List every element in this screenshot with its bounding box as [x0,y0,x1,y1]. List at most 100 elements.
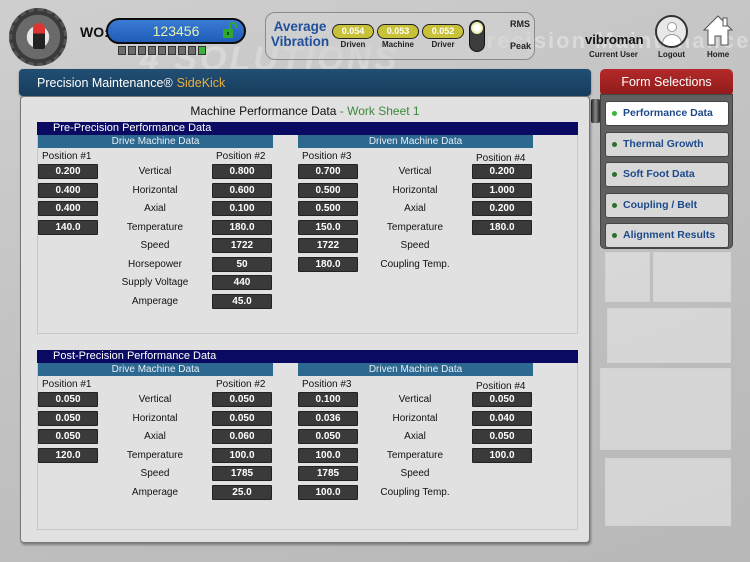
value-field[interactable]: 0.200 [38,164,98,179]
status-dot-icon [612,233,617,238]
driven-vibration-value: 0.054 [332,24,374,39]
value-field[interactable]: 0.036 [298,410,358,426]
form-item-performance-data[interactable]: Performance Data [605,101,729,126]
progress-cell [128,46,136,55]
value-field[interactable]: 0.040 [472,410,532,426]
value-field[interactable]: 0.500 [298,182,358,198]
form-item-label: Soft Foot Data [623,168,695,180]
background-photo [600,368,731,450]
current-user-caption: Current User [589,50,638,59]
progress-cell [198,46,206,55]
value-field[interactable]: 0.050 [38,410,98,426]
position-label: Position #4 [476,381,526,392]
panel-scroll-handle[interactable] [591,99,600,123]
panel-title-text: Machine Performance Data [190,104,337,118]
value-field[interactable]: 0.400 [38,182,98,198]
machine-data-header: Drive Machine Data [38,363,273,376]
value-field[interactable]: 0.050 [472,392,532,407]
position-label: Position #3 [302,151,352,162]
value-field[interactable]: 0.700 [298,164,358,179]
post-precision-section: Drive Machine Data Position #1 Position #2… [37,363,578,530]
unlock-icon[interactable] [223,22,237,38]
value-field[interactable]: 0.200 [472,201,532,216]
row-label: Temperature [386,449,444,461]
value-field[interactable]: 0.050 [38,429,98,444]
value-field[interactable]: 180.0 [212,219,272,235]
current-user-name: vibroman [585,32,644,47]
position-label: Position #1 [42,151,92,162]
rms-peak-toggle[interactable] [469,20,485,52]
toggle-knob [471,22,483,34]
value-field[interactable]: 1785 [298,466,358,481]
value-field[interactable]: 1722 [212,238,272,253]
value-field[interactable]: 45.0 [212,293,272,309]
value-field[interactable]: 100.0 [298,447,358,463]
background-photo [607,308,731,363]
value-field[interactable]: 140.0 [38,219,98,235]
value-field[interactable]: 0.050 [212,392,272,407]
value-field[interactable]: 1.000 [472,182,532,198]
vibration-title: Average Vibration [270,19,330,49]
row-label: Axial [404,203,426,214]
value-field[interactable]: 100.0 [472,447,532,463]
home-icon[interactable] [703,14,733,46]
value-field[interactable]: 100.0 [298,484,358,500]
driver-vibration-value: 0.052 [422,24,464,39]
logout-label[interactable]: Logout [658,50,685,59]
machine-data-header: Driven Machine Data [298,135,533,148]
form-item-soft-foot-data[interactable]: Soft Foot Data [605,162,729,187]
progress-cell [118,46,126,55]
row-label: Temperature [126,221,184,233]
app-product-name: SideKick [176,76,226,90]
position-label: Position #4 [476,153,526,164]
performance-data-panel: Machine Performance Data - Work Sheet 1 … [20,96,590,543]
value-field[interactable]: 0.100 [212,201,272,216]
row-label: Speed [400,468,430,479]
background-photo [653,252,731,302]
value-field[interactable]: 0.200 [472,164,532,179]
position-label: Position #2 [216,379,266,390]
pre-precision-header: Pre-Precision Performance Data [37,122,578,135]
progress-cell [138,46,146,55]
row-label: Speed [400,240,430,251]
row-label: Axial [144,431,166,442]
value-field[interactable]: 100.0 [212,447,272,463]
row-label: Coupling Temp. [380,486,450,498]
form-item-coupling-belt[interactable]: Coupling / Belt [605,192,729,218]
progress-cell [188,46,196,55]
value-field[interactable]: 0.050 [472,429,532,444]
value-field[interactable]: 1785 [212,466,272,481]
value-field[interactable]: 150.0 [298,219,358,235]
row-label: Amperage [131,486,179,498]
value-field[interactable]: 0.050 [212,410,272,426]
value-field[interactable]: 0.050 [298,429,358,444]
row-label: Axial [404,431,426,442]
value-field[interactable]: 0.400 [38,201,98,216]
value-field[interactable]: 0.800 [212,164,272,179]
form-selections-header: Form Selections [600,69,733,96]
value-field[interactable]: 120.0 [38,447,98,463]
value-field[interactable]: 0.500 [298,201,358,216]
value-field[interactable]: 50 [212,256,272,272]
value-field[interactable]: 25.0 [212,484,272,500]
logout-user-icon[interactable] [655,15,688,48]
form-item-alignment-results[interactable]: Alignment Results [605,223,729,248]
app-title: Precision Maintenance® [37,76,173,90]
value-field[interactable]: 180.0 [298,256,358,272]
home-label[interactable]: Home [707,50,729,59]
row-label: Vertical [398,394,432,405]
row-label: Speed [140,468,170,479]
machine-vibration-value: 0.053 [377,24,419,39]
peak-option[interactable]: Peak [510,41,531,51]
form-item-label: Performance Data [623,107,713,119]
value-field[interactable]: 1722 [298,238,358,253]
value-field[interactable]: 0.060 [212,429,272,444]
value-field[interactable]: 0.100 [298,392,358,407]
value-field[interactable]: 180.0 [472,219,532,235]
value-field[interactable]: 440 [212,275,272,290]
rms-option[interactable]: RMS [510,19,530,29]
value-field[interactable]: 0.050 [38,392,98,407]
form-item-thermal-growth[interactable]: Thermal Growth [605,131,729,157]
machine-data-header: Drive Machine Data [38,135,273,148]
value-field[interactable]: 0.600 [212,182,272,198]
